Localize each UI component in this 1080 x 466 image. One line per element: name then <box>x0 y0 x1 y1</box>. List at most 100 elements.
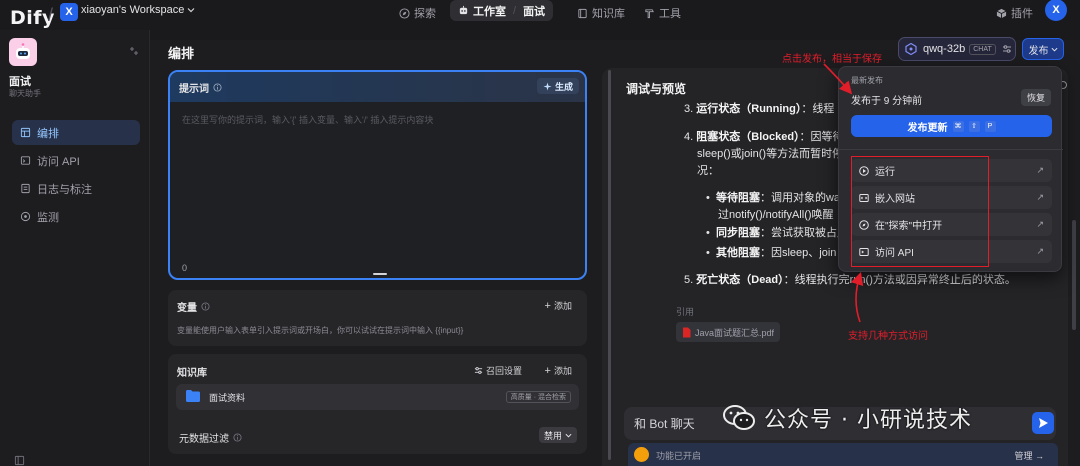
sidebar-item-access-api[interactable]: 访问 API <box>12 148 140 173</box>
resize-handle[interactable] <box>373 273 387 275</box>
cube-icon <box>996 8 1007 18</box>
generate-label: 生成 <box>554 81 573 92</box>
nav-studio-label: 工作室 <box>473 5 506 18</box>
sparkle-icon <box>543 81 552 91</box>
knowledge-title: 知识库 <box>177 368 207 379</box>
workspace-switcher[interactable]: xiaoyan's Workspace <box>81 4 195 16</box>
citation-label: 引用 <box>676 307 695 317</box>
send-button[interactable] <box>1032 412 1054 434</box>
model-mode-badge: CHAT <box>969 43 996 55</box>
robot-icon <box>459 5 468 15</box>
nav-explore[interactable]: 探索 <box>399 3 436 23</box>
annotation-access-note: 支持几种方式访问 <box>848 331 928 342</box>
bullet-dot: • <box>706 227 710 239</box>
answer-bullet-1: • 等待阻塞：调用对象的wa <box>706 190 840 207</box>
bullet-dot: • <box>706 247 710 259</box>
chevron-down-icon <box>1051 47 1057 52</box>
latest-publish-label: 最新发布 <box>851 76 883 85</box>
nav-tools-label: 工具 <box>659 8 681 20</box>
answer-bold-text: 运行状态（Running） <box>696 103 802 115</box>
expand-panel-icon[interactable] <box>14 455 25 466</box>
file-icon <box>21 183 30 194</box>
plus-icon: + <box>544 364 551 377</box>
chevron-down-icon <box>565 433 572 438</box>
model-selector[interactable]: qwq-32b CHAT <box>898 37 1016 61</box>
chat-input-placeholder: 和 Bot 聊天 <box>634 417 695 431</box>
nav-plugins[interactable]: 插件 <box>996 3 1033 23</box>
sidebar-item-logs[interactable]: 日志与标注 <box>12 176 140 201</box>
nav-plugins-label: 插件 <box>1011 8 1033 20</box>
nav-explore-label: 探索 <box>414 8 436 20</box>
knowledge-item[interactable]: 面试资料 高质量 · 混合检索 <box>176 384 579 410</box>
publish-label: 发布 <box>1028 45 1049 57</box>
variables-title-text: 变量 <box>177 303 197 314</box>
answer-bold-text: 等待阻塞 <box>715 192 760 204</box>
nav-app-label[interactable]: 面试 <box>523 3 545 19</box>
feature-icon <box>634 447 649 462</box>
restore-button[interactable]: 恢复 <box>1020 89 1051 106</box>
breadcrumb-separator: / <box>48 5 54 25</box>
scrollbar[interactable] <box>608 70 611 460</box>
info-icon <box>213 82 222 92</box>
wechat-icon <box>723 405 755 430</box>
list-number: 4. <box>684 131 694 143</box>
page-title: 编排 <box>168 46 195 61</box>
answer-line: 过notify()/notifyAll()唤醒 <box>718 209 834 221</box>
sidebar-item-monitor[interactable]: 监测 <box>12 204 140 229</box>
add-variable-button[interactable]: + 添加 <box>545 299 572 312</box>
collapse-sidebar-icon[interactable] <box>129 46 139 56</box>
sliders-icon <box>474 367 483 374</box>
workspace-avatar[interactable]: X <box>60 3 78 21</box>
compass-icon <box>399 7 410 19</box>
publish-update-button[interactable]: 发布更新 ⌘ ⇧ P <box>851 115 1052 137</box>
variables-card: 变量 + 添加 变量能使用户输入表单引入提示词或开场白，你可以试试在提示词中输入… <box>168 290 587 346</box>
nav-studio[interactable]: 工作室 / 面试 <box>450 0 554 21</box>
info-icon <box>233 433 242 442</box>
answer-line: sleep()或join()等方法而暂时停 <box>697 148 844 160</box>
user-avatar[interactable]: X <box>1045 0 1067 21</box>
citation-file[interactable]: Java面试题汇总.pdf <box>676 322 781 342</box>
list-number: 5. <box>684 274 694 286</box>
sidebar-item-orchestrate[interactable]: 编排 <box>12 120 140 145</box>
external-link-icon: ↗ <box>1036 246 1044 256</box>
sidebar-item-label: 日志与标注 <box>37 183 92 196</box>
nav-knowledge-label: 知识库 <box>592 8 625 20</box>
list-number: 3. <box>684 103 694 115</box>
answer-text: ：因等待 <box>799 131 844 143</box>
answer-bold-text: 死亡状态（Dead） <box>696 274 784 286</box>
divider <box>839 149 1063 150</box>
add-knowledge-button[interactable]: + 添加 <box>545 364 572 377</box>
published-time: 发布于 9 分钟前 <box>851 96 923 107</box>
manage-link[interactable]: 管理 → <box>1014 449 1044 462</box>
answer-text: ：线程执行完run()方法或因异常终止后的状态。 <box>783 274 1016 286</box>
prompt-label: 提示词 <box>179 83 209 95</box>
chat-scrollbar[interactable] <box>1072 220 1076 330</box>
sidebar-item-label: 编排 <box>37 127 59 140</box>
publish-button[interactable]: 发布 <box>1022 38 1064 60</box>
annotation-publish-note: 点击发布，相当于保存 <box>782 54 882 65</box>
nav-knowledge[interactable]: 知识库 <box>577 3 625 23</box>
nav-tools[interactable]: 工具 <box>644 3 681 23</box>
prompt-placeholder[interactable]: 在这里写你的提示词，输入'{' 插入变量、输入'/' 插入提示内容块 <box>182 113 433 126</box>
sliders-icon <box>1002 45 1011 53</box>
layout-icon <box>20 127 31 138</box>
terminal-icon <box>20 156 31 165</box>
char-count: 0 <box>182 263 188 273</box>
answer-text: ：线程 <box>801 103 835 115</box>
app-icon <box>9 38 37 66</box>
external-link-icon: ↗ <box>1036 165 1044 175</box>
info-icon <box>201 302 210 311</box>
citation-file-name: Java面试题汇总.pdf <box>695 327 775 338</box>
metadata-filter-label: 元数据过滤 <box>179 430 242 445</box>
shortcut-key: ⌘ <box>952 120 964 132</box>
recall-settings-button[interactable]: 召回设置 <box>474 364 522 377</box>
knowledge-card: 知识库 召回设置 + 添加 面试资料 高质量 · 混合检索 元数据过滤 禁用 <box>168 354 587 454</box>
workspace-name: xiaoyan's Workspace <box>81 4 185 16</box>
knowledge-item-name: 面试资料 <box>209 393 246 403</box>
metadata-filter-select[interactable]: 禁用 <box>538 427 577 443</box>
generate-button[interactable]: 生成 <box>536 78 579 94</box>
answer-item-5: 5. 死亡状态（Dead）：线程执行完run()方法或因异常终止后的状态。 <box>684 272 1016 289</box>
prompt-editor[interactable]: 提示词 生成 在这里写你的提示词，输入'{' 插入变量、输入'/' 插入提示内容… <box>168 70 587 280</box>
answer-bold-text: 其他阻塞 <box>715 247 760 259</box>
sidebar-item-label: 访问 API <box>37 155 80 168</box>
